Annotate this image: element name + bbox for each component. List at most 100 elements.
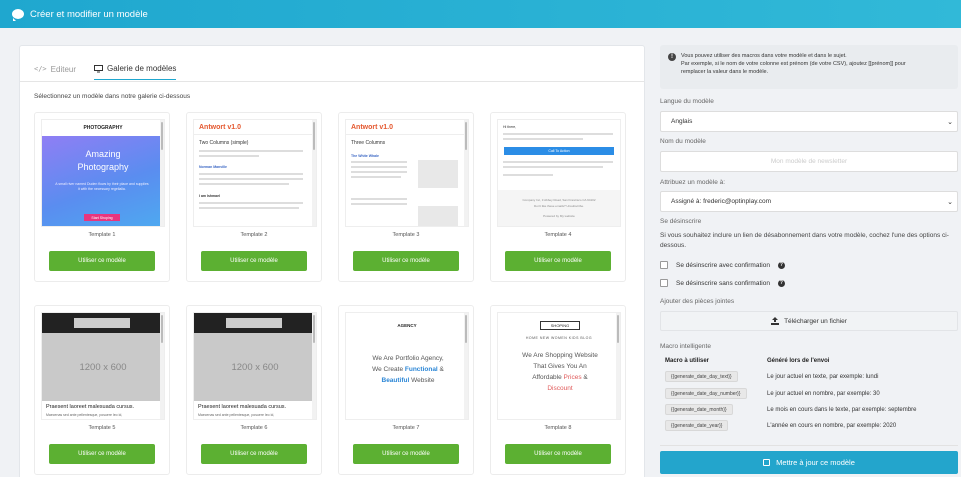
- preview-scrollbar[interactable]: [464, 313, 468, 419]
- preview-subtitle: Three Columns: [351, 140, 386, 146]
- preview-scrollbar[interactable]: [160, 313, 164, 419]
- unsubscribe-with-confirmation[interactable]: Se désinscrire avec confirmation ?: [660, 261, 785, 269]
- preview-scrollbar[interactable]: [312, 120, 316, 226]
- preview-text-line: [199, 155, 259, 157]
- preview-divider: [346, 134, 468, 135]
- macro-info-alert: ! Vous pouvez utiliser des macros dans v…: [660, 45, 958, 89]
- checkbox[interactable]: [660, 261, 668, 269]
- template-preview-4[interactable]: Hi there, Call To Action Company Inc, 3 …: [497, 119, 621, 227]
- use-template-button[interactable]: Utiliser ce modèle: [49, 444, 155, 464]
- attachments-label: Ajouter des pièces jointes: [660, 298, 735, 305]
- preview-author: I am Ishmael: [199, 194, 221, 198]
- preview-headline: We Are Shopping Website That Gives You A…: [522, 352, 598, 392]
- macro-description: Le jour actuel en texte, par exemple: lu…: [767, 374, 879, 380]
- use-template-button[interactable]: Utiliser ce modèle: [353, 444, 459, 464]
- template-name-input[interactable]: Mon modèle de newsletter: [660, 151, 958, 172]
- template-card-3: Antwort v1.0 Three Columns The White Wha…: [338, 112, 474, 282]
- preview-scrollbar[interactable]: [160, 120, 164, 226]
- template-preview-6[interactable]: 1200 x 600 Praesent laoreet malesuada cu…: [193, 312, 317, 420]
- unsubscribe-without-confirmation[interactable]: Se désinscrire sans confirmation ?: [660, 279, 785, 287]
- preview-headline: We Are Portfolio Agency, We Create Funct…: [372, 355, 444, 384]
- macro-description: L'année en cours en nombre, par exemple:…: [767, 423, 897, 429]
- tab-divider: [20, 81, 644, 82]
- use-template-button[interactable]: Utiliser ce modèle: [201, 444, 307, 464]
- template-card-1: PHOTOGRAPHY Amazing Photography A small r…: [34, 112, 170, 282]
- help-icon[interactable]: ?: [777, 261, 785, 269]
- chat-bubble-icon: [12, 9, 24, 21]
- language-label: Langue du modèle: [660, 98, 714, 105]
- preview-author: Norman Manville: [199, 165, 228, 169]
- preview-text-line: [199, 178, 303, 180]
- preview-nav: HOME NEW WOMEN KIDS BLOG: [525, 336, 593, 340]
- preview-divider: [194, 134, 316, 135]
- footer-company: Company Inc, 3 Abbey Road, San Francisco…: [522, 198, 596, 202]
- help-icon[interactable]: ?: [777, 279, 785, 287]
- info-line: remplacer la valeur dans le modèle.: [681, 69, 769, 75]
- tab-editor-label: Editeur: [50, 64, 77, 74]
- template-preview-3[interactable]: Antwort v1.0 Three Columns The White Wha…: [345, 119, 469, 227]
- template-preview-2[interactable]: Antwort v1.0 Two Columns (simple) Norman…: [193, 119, 317, 227]
- template-name: Template 2: [240, 232, 268, 238]
- checkbox[interactable]: [660, 279, 668, 287]
- gallery-instruction: Sélectionnez un modèle dans notre galeri…: [34, 93, 191, 100]
- preview-greeting: Hi there,: [503, 125, 517, 129]
- info-icon: !: [668, 53, 676, 61]
- preview-text-line: [503, 161, 613, 163]
- tab-editor[interactable]: </> Editeur: [34, 58, 76, 80]
- template-name: Template 5: [88, 425, 116, 431]
- footer-unsubscribe: Don't like these emails? Unsubscribe.: [534, 204, 584, 208]
- use-template-button[interactable]: Utiliser ce modèle: [353, 251, 459, 271]
- macro-chip[interactable]: {{generate_date_day_number}}: [665, 388, 747, 399]
- preview-text-line: [199, 150, 303, 152]
- preview-button: Start Shoping: [84, 214, 120, 221]
- language-select[interactable]: Anglais ⌄: [660, 111, 958, 132]
- assign-label: Attribuez un modèle à:: [660, 179, 726, 186]
- preview-cta-button: Call To Action: [504, 147, 614, 155]
- template-name: Template 6: [240, 425, 268, 431]
- unsubscribe-description: Si vous souhaitez inclure un lien de dés…: [660, 232, 949, 249]
- template-preview-8[interactable]: SHOPING HOME NEW WOMEN KIDS BLOG We Are …: [497, 312, 621, 420]
- macro-chip[interactable]: {{generate_date_day_text}}: [665, 371, 738, 382]
- assign-select[interactable]: Assigné à: frederic@optinplay.com ⌄: [660, 191, 958, 212]
- preview-brand: Antwort v1.0: [199, 124, 242, 131]
- macro-column-header: Macro à utiliser: [665, 358, 710, 364]
- page-title: Créer et modifier un modèle: [30, 8, 148, 20]
- use-template-button[interactable]: Utiliser ce modèle: [505, 444, 611, 464]
- preview-text-line: [503, 133, 613, 135]
- chevron-down-icon: ⌄: [947, 199, 953, 206]
- macro-chip[interactable]: {{generate_date_year}}: [665, 420, 729, 431]
- preview-text-line: [351, 176, 401, 178]
- template-preview-7[interactable]: AGENCY We Are Portfolio Agency, We Creat…: [345, 312, 469, 420]
- preview-logo: [226, 318, 282, 328]
- template-preview-1[interactable]: PHOTOGRAPHY Amazing Photography A small r…: [41, 119, 165, 227]
- chevron-down-icon: ⌄: [947, 119, 953, 126]
- preview-text-line: [199, 202, 303, 204]
- template-card-7: AGENCY We Are Portfolio Agency, We Creat…: [338, 305, 474, 475]
- template-preview-5[interactable]: 1200 x 600 Praesent laoreet malesuada cu…: [41, 312, 165, 420]
- use-template-button[interactable]: Utiliser ce modèle: [505, 251, 611, 271]
- checkbox-label: Se désinscrire sans confirmation: [676, 279, 770, 287]
- preview-scrollbar[interactable]: [464, 120, 468, 226]
- update-template-button[interactable]: Mettre à jour ce modèle: [660, 451, 958, 474]
- preview-subcaption: Maecenas sed ante pellentesque, posuere …: [198, 413, 275, 417]
- template-name: Template 7: [392, 425, 420, 431]
- update-template-label: Mettre à jour ce modèle: [776, 458, 855, 467]
- tab-gallery[interactable]: Galerie de modèles: [94, 58, 177, 80]
- preview-text-line: [351, 198, 407, 200]
- preview-text-line: [503, 166, 603, 168]
- template-card-2: Antwort v1.0 Two Columns (simple) Norman…: [186, 112, 322, 282]
- preview-scrollbar[interactable]: [312, 313, 316, 419]
- template-name-label: Nom du modèle: [660, 138, 706, 145]
- preview-text-line: [351, 203, 407, 205]
- language-value: Anglais: [671, 118, 693, 125]
- preview-scrollbar[interactable]: [616, 313, 620, 419]
- macro-description: Le jour actuel en nombre, par exemple: 3…: [767, 391, 880, 397]
- save-icon: [763, 459, 771, 466]
- preview-text-line: [199, 207, 299, 209]
- macro-chip[interactable]: {{generate_date_month}}: [665, 404, 733, 415]
- use-template-button[interactable]: Utiliser ce modèle: [201, 251, 307, 271]
- upload-file-button[interactable]: Télécharger un fichier: [660, 311, 958, 331]
- template-card-5: 1200 x 600 Praesent laoreet malesuada cu…: [34, 305, 170, 475]
- use-template-button[interactable]: Utiliser ce modèle: [49, 251, 155, 271]
- monitor-icon: [94, 64, 104, 72]
